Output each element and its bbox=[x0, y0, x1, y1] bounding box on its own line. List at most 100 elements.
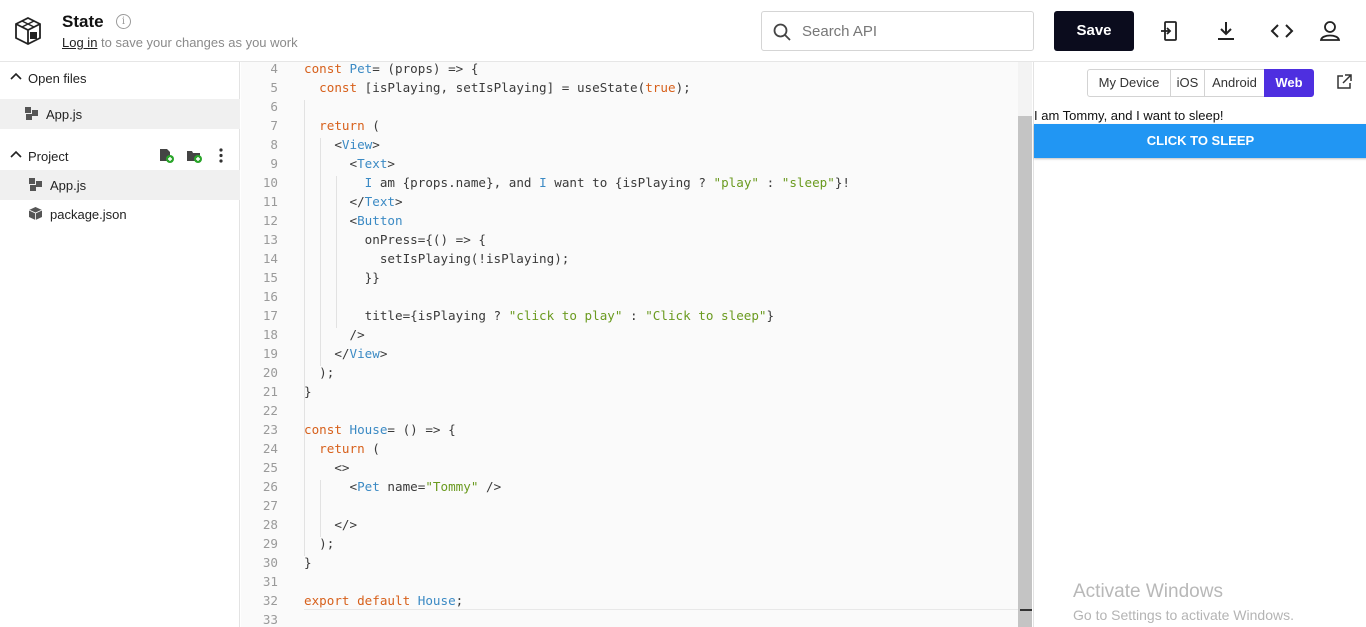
code-line[interactable]: 12 <Button bbox=[241, 211, 1032, 230]
code-line[interactable]: 24 return ( bbox=[241, 439, 1032, 458]
code-line[interactable]: 6 bbox=[241, 97, 1032, 116]
save-button[interactable]: Save bbox=[1054, 11, 1134, 51]
code-line[interactable]: 18 /> bbox=[241, 325, 1032, 344]
code-token: ; bbox=[455, 593, 464, 608]
code-line[interactable]: 27 bbox=[241, 496, 1032, 515]
code-line[interactable]: 11 </Text> bbox=[241, 192, 1032, 211]
login-link[interactable]: Log in bbox=[62, 35, 97, 50]
code-line[interactable]: 30} bbox=[241, 553, 1032, 572]
embed-code-icon[interactable] bbox=[1270, 19, 1294, 43]
line-code: return ( bbox=[304, 116, 380, 135]
file-sidebar: Open files App.js Project App.js package… bbox=[0, 62, 240, 627]
line-code: I am {props.name}, and I want to {isPlay… bbox=[304, 173, 850, 192]
code-line[interactable]: 4 const Pet= (props) => { bbox=[241, 62, 1032, 78]
line-code: <Button bbox=[304, 211, 402, 230]
code-line[interactable]: 22 bbox=[241, 401, 1032, 420]
line-number: 18 bbox=[262, 327, 278, 342]
code-line[interactable]: 15 }} bbox=[241, 268, 1032, 287]
scrollbar-track[interactable] bbox=[1018, 62, 1032, 116]
code-token: "Click to sleep" bbox=[645, 308, 767, 323]
code-token: > bbox=[387, 156, 396, 171]
editor-scrollbar[interactable] bbox=[1018, 116, 1032, 627]
tab-web[interactable]: Web bbox=[1264, 69, 1314, 97]
line-number: 5 bbox=[270, 80, 278, 95]
code-line[interactable]: 26 <Pet name="Tommy" /> bbox=[241, 477, 1032, 496]
code-line[interactable]: 25 <> bbox=[241, 458, 1032, 477]
code-line[interactable]: 8 <View> bbox=[241, 135, 1032, 154]
logo-icon[interactable] bbox=[14, 16, 42, 46]
line-number: 13 bbox=[262, 232, 278, 247]
info-icon[interactable]: i bbox=[116, 14, 131, 29]
code-line[interactable]: 20 ); bbox=[241, 363, 1032, 382]
code-line[interactable]: 7 return ( bbox=[241, 116, 1032, 135]
code-line[interactable]: 10 I am {props.name}, and I want to {isP… bbox=[241, 173, 1032, 192]
search-input[interactable] bbox=[802, 20, 1022, 42]
code-token: </ bbox=[304, 346, 350, 361]
code-line[interactable]: 19 </View> bbox=[241, 344, 1032, 363]
preview-sleep-button[interactable]: CLICK TO SLEEP bbox=[1034, 124, 1366, 158]
code-token: I bbox=[539, 175, 547, 190]
code-token: ); bbox=[675, 80, 691, 95]
line-number: 15 bbox=[262, 270, 278, 285]
open-files-label: Open files bbox=[28, 71, 87, 86]
line-number: 8 bbox=[270, 137, 278, 152]
code-line[interactable]: 23 const House= () => { bbox=[241, 420, 1032, 439]
code-token: return bbox=[319, 118, 365, 133]
project-header[interactable]: Project bbox=[0, 142, 240, 170]
code-line[interactable]: 31 bbox=[241, 572, 1032, 591]
tab-my-device[interactable]: My Device bbox=[1087, 69, 1171, 97]
indent-guide bbox=[320, 138, 321, 366]
import-icon[interactable] bbox=[1158, 19, 1182, 43]
code-token: title={isPlaying ? bbox=[304, 308, 509, 323]
code-line[interactable]: 29 ); bbox=[241, 534, 1032, 553]
line-number: 30 bbox=[262, 555, 278, 570]
code-line[interactable]: 5 const [isPlaying, setIsPlaying] = useS… bbox=[241, 78, 1032, 97]
code-token: }! bbox=[834, 175, 850, 190]
code-token: View bbox=[341, 137, 373, 152]
code-editor[interactable]: 4 const Pet= (props) => {5 const [isPlayi… bbox=[241, 62, 1032, 627]
line-number: 24 bbox=[262, 441, 278, 456]
code-token: = (props) => { bbox=[372, 62, 479, 76]
more-options-icon[interactable] bbox=[218, 148, 224, 163]
indent-guide bbox=[336, 176, 337, 328]
tab-android[interactable]: Android bbox=[1204, 69, 1265, 97]
line-code: </View> bbox=[304, 344, 387, 363]
line-code: </> bbox=[304, 515, 357, 534]
code-line[interactable]: 28 </> bbox=[241, 515, 1032, 534]
search-box[interactable] bbox=[761, 11, 1034, 51]
code-token: "click to play" bbox=[508, 308, 623, 323]
line-code: setIsPlaying(!isPlaying); bbox=[304, 249, 570, 268]
code-line[interactable]: 21} bbox=[241, 382, 1032, 401]
line-number: 23 bbox=[262, 422, 278, 437]
code-token: return bbox=[319, 441, 365, 456]
code-token: const bbox=[319, 80, 365, 95]
line-code: </Text> bbox=[304, 192, 402, 211]
code-token: } bbox=[304, 555, 312, 570]
tab-ios[interactable]: iOS bbox=[1170, 69, 1205, 97]
open-files-header[interactable]: Open files bbox=[0, 64, 240, 92]
code-line[interactable]: 32 export default House; bbox=[241, 591, 1032, 610]
new-folder-icon[interactable] bbox=[186, 148, 202, 163]
file-name: package.json bbox=[50, 207, 127, 222]
code-line[interactable]: 17 title={isPlaying ? "click to play" : … bbox=[241, 306, 1032, 325]
code-token: Text bbox=[357, 156, 388, 171]
line-code: return ( bbox=[304, 439, 380, 458]
open-external-icon[interactable] bbox=[1336, 74, 1352, 90]
download-icon[interactable] bbox=[1214, 19, 1238, 43]
project-file-package-json[interactable]: package.json bbox=[0, 199, 240, 229]
project-file-app-js[interactable]: App.js bbox=[0, 170, 240, 200]
code-line[interactable]: 16 bbox=[241, 287, 1032, 306]
open-file-app-js[interactable]: App.js bbox=[0, 99, 240, 129]
code-token: setIsPlaying(!isPlaying); bbox=[304, 251, 570, 266]
new-file-icon[interactable] bbox=[159, 148, 174, 163]
code-line[interactable]: 9 <Text> bbox=[241, 154, 1032, 173]
line-number: 26 bbox=[262, 479, 278, 494]
line-code: <> bbox=[304, 458, 349, 477]
indent-guide bbox=[320, 480, 321, 537]
profile-icon[interactable] bbox=[1318, 19, 1342, 43]
code-line[interactable]: 13 onPress={() => { bbox=[241, 230, 1032, 249]
code-token: } bbox=[304, 384, 312, 399]
code-line[interactable]: 14 setIsPlaying(!isPlaying); bbox=[241, 249, 1032, 268]
